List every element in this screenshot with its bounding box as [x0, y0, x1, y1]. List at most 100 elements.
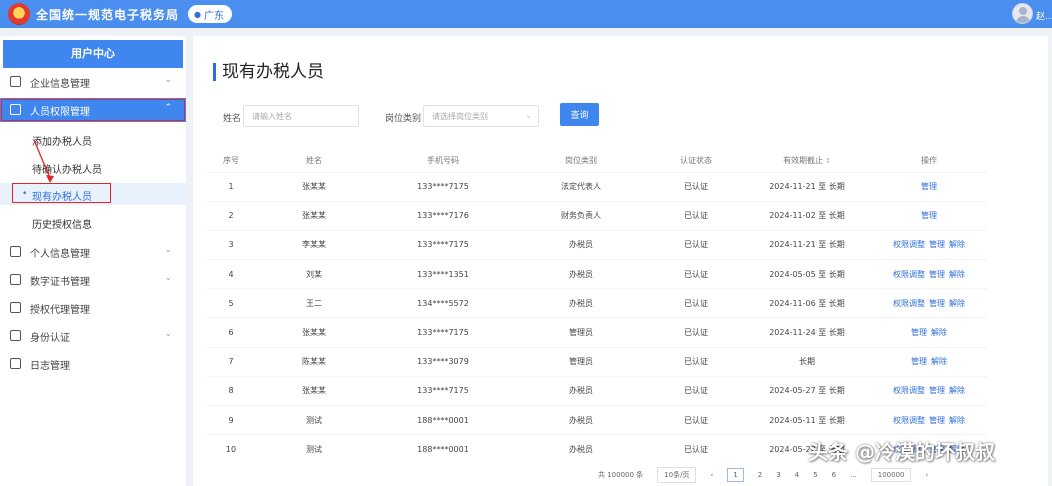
row-action-link[interactable]: 权限调整: [893, 240, 925, 249]
row-action-link[interactable]: 管理: [911, 328, 927, 337]
row-action-link[interactable]: 管理: [929, 386, 945, 395]
identity-filter-select[interactable]: 请选择岗位类别 ⌄: [423, 105, 539, 127]
cell-name: 李某某: [255, 229, 373, 260]
cell-role: 办税员: [513, 404, 649, 435]
page-5[interactable]: 5: [813, 471, 817, 479]
row-action-link[interactable]: 管理: [911, 357, 927, 366]
cell-phone: 134****5572: [373, 288, 513, 318]
chevron-up-icon: ⌃: [164, 103, 172, 113]
cell-phone: 133****7175: [373, 229, 513, 260]
cell-status: 已认证: [649, 200, 743, 231]
next-page-icon[interactable]: ›: [925, 471, 928, 479]
cell-ops: 权限调整 管理 解除: [871, 229, 987, 260]
col-header-ops: 操作: [921, 155, 937, 165]
col-header-role: 岗位类别: [565, 155, 597, 165]
row-action-link[interactable]: 权限调整: [893, 386, 925, 395]
watermark: 头条 @冷漠的坏叔叔: [808, 440, 995, 464]
cell-ops: 管理 解除: [871, 317, 987, 348]
table-row: 1 张某某 133****7175 法定代表人 已认证 2024-11-21 至 长期 管理: [207, 171, 987, 202]
sidebar-item-personnel-permissions[interactable]: 人员权限管理 ⌃: [0, 98, 186, 122]
row-action-link[interactable]: 解除: [949, 270, 965, 279]
page-ellipsis[interactable]: ...: [850, 471, 857, 479]
cell-status: 已认证: [649, 434, 743, 464]
row-action-link[interactable]: 解除: [931, 357, 947, 366]
col-header-phone: 手机号码: [427, 155, 459, 165]
cell-expiry: 2024-05-05 至 长期: [743, 259, 871, 289]
cell-name: 测试: [255, 434, 373, 464]
sidebar-item-logs[interactable]: 日志管理: [0, 352, 186, 376]
page-2[interactable]: 2: [758, 471, 762, 479]
prev-page-icon[interactable]: ‹: [710, 471, 713, 479]
sub-item-pending-tax-staff[interactable]: 待确认办税人员: [0, 156, 186, 178]
table-row: 6 张某某 133****7175 管理员 已认证 2024-11-24 至 长期 管理 解除: [207, 317, 987, 348]
cell-status: 已认证: [649, 404, 743, 435]
lock-icon: [10, 104, 21, 115]
sidebar-item-label: 个人信息管理: [30, 249, 90, 260]
sub-item-current-tax-staff[interactable]: • 现有办税人员: [0, 183, 186, 205]
row-action-link[interactable]: 管理: [921, 211, 937, 220]
col-header-name: 姓名: [306, 155, 322, 165]
cell-status: 已认证: [649, 346, 743, 377]
region-selector[interactable]: ● 广东: [188, 5, 232, 23]
query-button[interactable]: 查询: [560, 103, 599, 126]
pagination-total: 共 100000 条: [598, 471, 644, 479]
cell-expiry: 2024-11-02 至 长期: [743, 200, 871, 231]
identity-filter-label: 岗位类别: [385, 114, 422, 124]
page-1[interactable]: 1: [727, 468, 744, 482]
cell-status: 已认证: [649, 317, 743, 348]
sidebar-item-label: 企业信息管理: [30, 79, 90, 90]
delegate-icon: [10, 302, 21, 313]
row-action-link[interactable]: 解除: [949, 386, 965, 395]
row-action-link[interactable]: 解除: [949, 299, 965, 308]
user-name[interactable]: 赵...: [1036, 9, 1052, 22]
cell-ops: 权限调整 管理 解除: [871, 259, 987, 289]
certificate-icon: [10, 274, 21, 285]
id-card-icon: [10, 246, 21, 257]
row-action-link[interactable]: 解除: [949, 416, 965, 425]
name-filter-input[interactable]: 请输入姓名: [243, 105, 359, 127]
building-icon: [10, 76, 21, 87]
row-action-link[interactable]: 管理: [929, 416, 945, 425]
page-3[interactable]: 3: [776, 471, 780, 479]
pagination: 共 100000 条 10条/页 ‹ 1 2 3 4 5 6 ... 10000…: [598, 466, 928, 484]
row-action-link[interactable]: 管理: [929, 270, 945, 279]
table-row: 2 张某某 133****7176 财务负责人 已认证 2024-11-02 至 长期 管理: [207, 200, 987, 231]
row-action-link[interactable]: 管理: [929, 240, 945, 249]
sidebar-item-enterprise-info[interactable]: 企业信息管理 ⌄: [0, 70, 186, 94]
row-action-link[interactable]: 解除: [949, 240, 965, 249]
cell-status: 已认证: [649, 229, 743, 260]
sidebar-item-identity-auth[interactable]: 身份认证 ⌄: [0, 324, 186, 348]
sidebar-item-digital-certificate[interactable]: 数字证书管理 ⌄: [0, 268, 186, 292]
page-6[interactable]: 6: [832, 471, 836, 479]
row-action-link[interactable]: 管理: [921, 182, 937, 191]
sub-item-label: 历史授权信息: [32, 220, 92, 231]
col-header-expiry-label: 有效期截止: [783, 155, 824, 165]
cell-no: 1: [207, 171, 255, 202]
row-action-link[interactable]: 权限调整: [893, 270, 925, 279]
main-panel: 现有办税人员 姓名 请输入姓名 岗位类别 请选择岗位类别 ⌄ 查询 序号 姓名 …: [193, 36, 1048, 486]
page-size-select[interactable]: 10条/页: [657, 467, 697, 483]
row-action-link[interactable]: 权限调整: [893, 416, 925, 425]
row-action-link[interactable]: 解除: [931, 328, 947, 337]
cell-no: 2: [207, 200, 255, 231]
cell-name: 张某某: [255, 171, 373, 202]
sub-item-authorization-history[interactable]: 历史授权信息: [0, 211, 186, 233]
cell-role: 办税员: [513, 259, 649, 289]
cell-expiry: 2024-05-27 至 长期: [743, 375, 871, 406]
col-header-expiry[interactable]: 有效期截止 ↕: [743, 149, 871, 172]
cell-no: 3: [207, 229, 255, 260]
sort-icon[interactable]: ↕: [825, 157, 831, 165]
row-action-link[interactable]: 权限调整: [893, 299, 925, 308]
cell-phone: 133****1351: [373, 259, 513, 289]
col-header-status: 认证状态: [680, 155, 712, 165]
page-4[interactable]: 4: [795, 471, 799, 479]
sub-item-add-tax-staff[interactable]: 添加办税人员: [0, 128, 186, 150]
row-action-link[interactable]: 管理: [929, 299, 945, 308]
cell-status: 已认证: [649, 171, 743, 202]
page-jump-input[interactable]: 100000: [870, 468, 912, 482]
cell-role: 管理员: [513, 346, 649, 377]
sidebar-item-personal-info[interactable]: 个人信息管理 ⌄: [0, 240, 186, 264]
avatar[interactable]: [1012, 3, 1033, 24]
sidebar-item-delegation[interactable]: 授权代理管理: [0, 296, 186, 320]
cell-name: 张某某: [255, 375, 373, 406]
